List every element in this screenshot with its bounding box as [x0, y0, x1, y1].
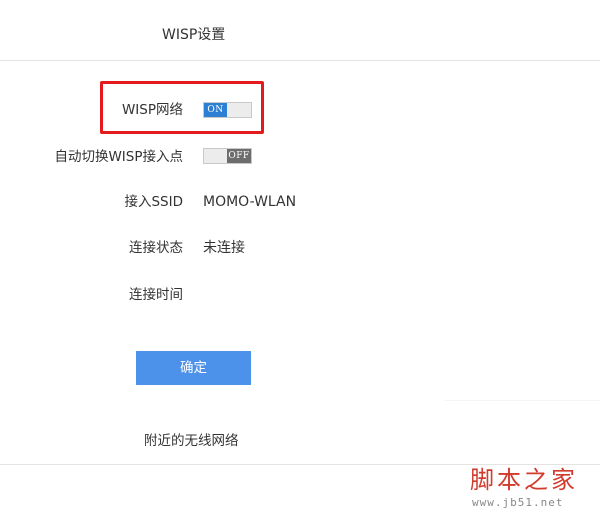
ssid-value: MOMO-WLAN — [203, 194, 297, 210]
divider — [445, 400, 600, 401]
wisp-network-label: WISP网络 — [121, 102, 183, 118]
nearby-networks-heading: 附近的无线网络 — [144, 433, 239, 449]
auto-switch-toggle[interactable]: OFF — [203, 148, 252, 164]
watermark-logo: 脚本之家 — [470, 466, 578, 494]
wisp-network-toggle[interactable]: ON — [203, 102, 252, 118]
connection-time-label: 连接时间 — [129, 287, 183, 303]
connection-status-value: 未连接 — [203, 240, 245, 256]
watermark-url: www.jb51.net — [472, 496, 564, 509]
ssid-label: 接入SSID — [124, 194, 183, 210]
toggle-off-knob: OFF — [227, 149, 251, 163]
toggle-on-knob: ON — [204, 103, 227, 117]
page-title: WISP设置 — [162, 27, 226, 43]
confirm-button[interactable]: 确定 — [136, 351, 251, 385]
auto-switch-label: 自动切换WISP接入点 — [54, 149, 183, 165]
page-header: WISP设置 — [0, 0, 600, 61]
connection-status-label: 连接状态 — [129, 240, 183, 256]
